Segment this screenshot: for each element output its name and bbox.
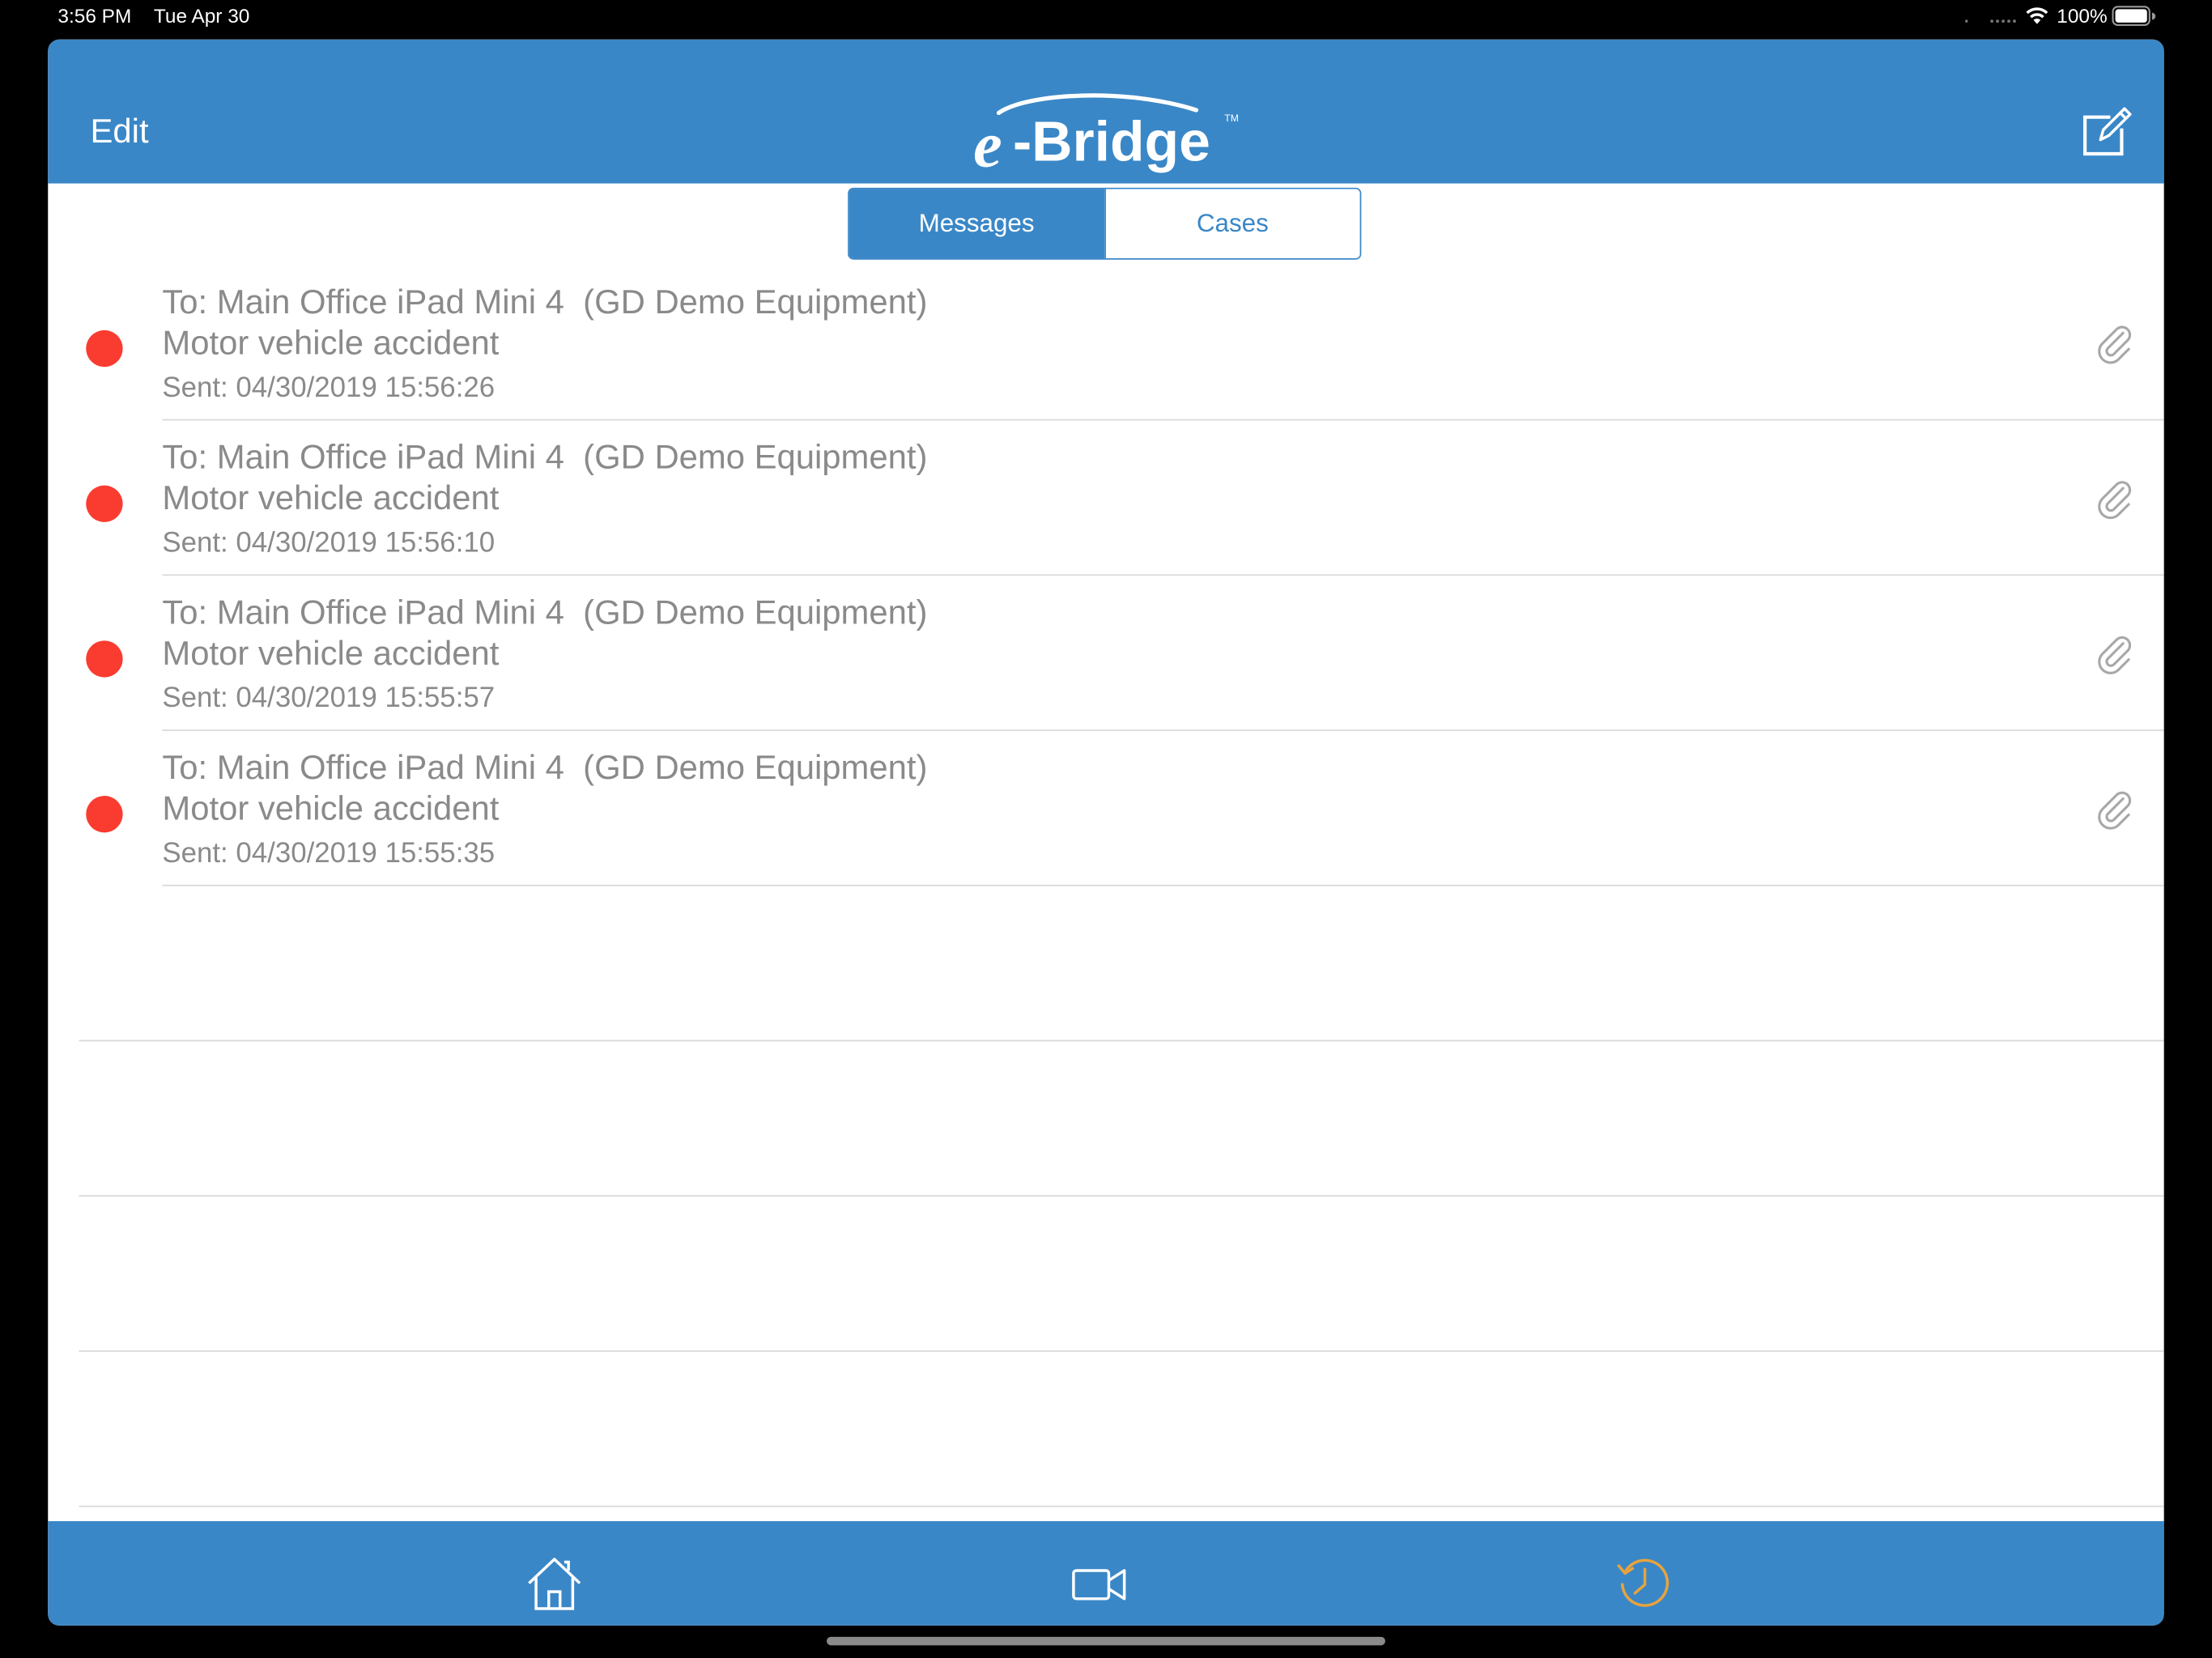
ebridge-logo: e -Bridge TM xyxy=(973,93,1239,181)
message-recipient: To: Main Office iPad Mini 4 (GD Demo Equ… xyxy=(162,439,928,478)
device-frame: 3:56 PM Tue Apr 30 100% Edit e -Bridge T… xyxy=(0,0,2212,1658)
segmented-control: Messages Cases xyxy=(848,187,1362,260)
status-time: 3:56 PM xyxy=(57,4,132,28)
svg-text:-Bridge: -Bridge xyxy=(1013,110,1210,173)
list-item[interactable]: To: Main Office iPad Mini 4 (GD Demo Equ… xyxy=(48,266,2164,421)
paperclip-icon xyxy=(2098,791,2132,830)
row-divider xyxy=(79,1350,2164,1352)
list-item[interactable]: To: Main Office iPad Mini 4 (GD Demo Equ… xyxy=(48,731,2164,886)
svg-text:TM: TM xyxy=(1224,113,1239,124)
history-icon[interactable] xyxy=(1614,1552,1676,1614)
navigation-bar: Edit e -Bridge TM xyxy=(48,39,2164,184)
message-sent-time: Sent: 04/30/2019 15:55:57 xyxy=(162,682,496,714)
home-icon[interactable] xyxy=(523,1552,585,1614)
unread-dot-icon xyxy=(86,329,123,368)
message-recipient: To: Main Office iPad Mini 4 (GD Demo Equ… xyxy=(162,749,928,788)
paperclip-icon xyxy=(2098,636,2132,674)
row-divider xyxy=(162,884,2164,886)
svg-text:e: e xyxy=(973,110,1002,181)
battery-percent: 100% xyxy=(2057,4,2108,28)
paperclip-icon xyxy=(2098,481,2132,520)
message-subject: Motor vehicle accident xyxy=(162,324,500,363)
unread-dot-icon xyxy=(86,640,123,678)
message-subject: Motor vehicle accident xyxy=(162,635,500,674)
home-indicator[interactable] xyxy=(826,1636,1385,1646)
row-divider xyxy=(79,1195,2164,1197)
video-camera-icon[interactable] xyxy=(1068,1552,1130,1614)
message-subject: Motor vehicle accident xyxy=(162,479,500,518)
list-item[interactable]: To: Main Office iPad Mini 4 (GD Demo Equ… xyxy=(48,576,2164,731)
app-window: Edit e -Bridge TM Messages Cases To: Mai… xyxy=(48,39,2164,1626)
tab-bar xyxy=(48,1520,2164,1626)
unread-dot-icon xyxy=(86,796,123,833)
list-item[interactable]: To: Main Office iPad Mini 4 (GD Demo Equ… xyxy=(48,420,2164,576)
wifi-icon xyxy=(2026,7,2048,24)
tab-cases[interactable]: Cases xyxy=(1104,189,1360,258)
message-sent-time: Sent: 04/30/2019 15:56:26 xyxy=(162,372,496,404)
message-sent-time: Sent: 04/30/2019 15:56:10 xyxy=(162,527,496,559)
compose-icon[interactable] xyxy=(2079,104,2133,158)
message-sent-time: Sent: 04/30/2019 15:55:35 xyxy=(162,838,496,869)
message-recipient: To: Main Office iPad Mini 4 (GD Demo Equ… xyxy=(162,593,928,632)
row-divider xyxy=(79,1505,2164,1507)
unread-dot-icon xyxy=(86,485,123,522)
row-divider xyxy=(79,1039,2164,1042)
paperclip-icon xyxy=(2098,325,2132,364)
status-date: Tue Apr 30 xyxy=(153,4,250,28)
signal-dots-icon xyxy=(1965,19,2016,23)
edit-button[interactable]: Edit xyxy=(91,112,149,154)
message-subject: Motor vehicle accident xyxy=(162,790,500,829)
message-recipient: To: Main Office iPad Mini 4 (GD Demo Equ… xyxy=(162,283,928,322)
tab-messages[interactable]: Messages xyxy=(849,189,1104,258)
battery-icon xyxy=(2112,6,2156,26)
